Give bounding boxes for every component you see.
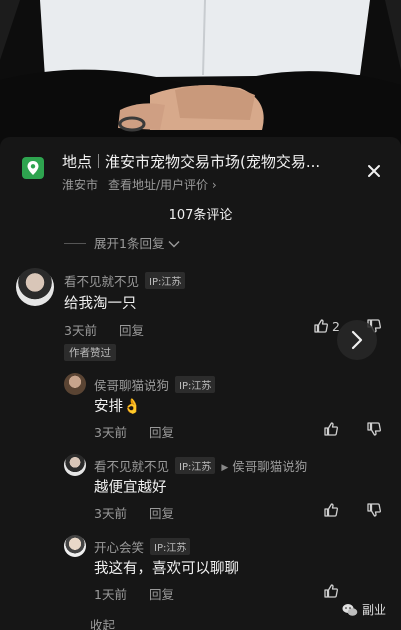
comment-time: 3天前 bbox=[94, 506, 127, 521]
ip-badge: IP:江苏 bbox=[150, 538, 191, 555]
location-label: 地点 bbox=[62, 153, 93, 171]
reply-button[interactable]: 回复 bbox=[149, 506, 174, 521]
reply-item: 侯哥聊猫说狗 IP:江苏 安排👌 3天前 回复 bbox=[0, 370, 401, 450]
thumbs-up-icon[interactable] bbox=[323, 421, 339, 437]
close-icon bbox=[368, 165, 380, 177]
comment-count: 107条评论 bbox=[168, 208, 233, 223]
ip-badge: IP:江苏 bbox=[145, 272, 186, 289]
reply-to-username[interactable]: 侯哥聊猫说狗 bbox=[232, 459, 307, 474]
wechat-icon bbox=[342, 604, 358, 616]
avatar[interactable] bbox=[16, 268, 54, 306]
reply-to-arrow-icon: ▶ bbox=[221, 463, 229, 473]
chevron-down-icon bbox=[168, 241, 180, 248]
comment-username[interactable]: 侯哥聊猫说狗 IP:江苏 bbox=[94, 375, 216, 394]
comment-meta: 1天前 回复 bbox=[94, 584, 174, 603]
location-detail-link[interactable]: 查看地址/用户评价 › bbox=[108, 178, 217, 192]
reply-item: 开心会笑 IP:江苏 我这有，喜欢可以聊聊 1天前 回复 bbox=[0, 532, 401, 612]
comment-username[interactable]: 看不见就不见 IP:江苏 bbox=[64, 271, 186, 290]
location-divider bbox=[98, 154, 100, 168]
comment-time: 3天前 bbox=[64, 323, 97, 338]
comment-meta: 3天前 回复 bbox=[94, 503, 174, 522]
comment-username[interactable]: 看不见就不见 IP:江苏 ▶ 侯哥聊猫说狗 bbox=[94, 456, 307, 475]
comment-time: 1天前 bbox=[94, 587, 127, 602]
username-text: 看不见就不见 bbox=[94, 459, 170, 474]
comment-username[interactable]: 开心会笑 IP:江苏 bbox=[94, 537, 191, 556]
avatar[interactable] bbox=[64, 454, 86, 476]
person-image bbox=[0, 0, 401, 160]
watermark-text: 副业 bbox=[362, 603, 387, 617]
comment-meta: 3天前 回复 bbox=[64, 320, 144, 339]
avatar[interactable] bbox=[64, 373, 86, 395]
reply-button[interactable]: 回复 bbox=[149, 587, 174, 602]
location-title[interactable]: 地点 淮安市宠物交易市场(宠物交易... bbox=[62, 151, 352, 173]
username-text: 侯哥聊猫说狗 bbox=[94, 378, 170, 393]
reply-item: 看不见就不见 IP:江苏 ▶ 侯哥聊猫说狗 越便宜越好 3天前 回复 bbox=[0, 451, 401, 531]
comment-meta: 3天前 回复 bbox=[94, 422, 174, 441]
comment-time: 3天前 bbox=[94, 425, 127, 440]
location-bar[interactable]: 地点 淮安市宠物交易市场(宠物交易... 淮安市 查看地址/用户评价 › bbox=[0, 149, 401, 193]
location-city: 淮安市 bbox=[62, 178, 99, 192]
reply-button[interactable]: 回复 bbox=[149, 425, 174, 440]
video-background bbox=[0, 0, 401, 160]
comment-text: 给我淘一只 bbox=[64, 296, 137, 312]
author-liked-badge: 作者赞过 bbox=[64, 344, 116, 361]
chevron-right-icon bbox=[351, 330, 363, 350]
collapse-replies-button[interactable]: 收起 bbox=[90, 615, 115, 630]
thumbs-up-icon[interactable] bbox=[313, 318, 329, 334]
thumbs-up-icon[interactable] bbox=[323, 502, 339, 518]
location-name: 淮安市宠物交易市场(宠物交易... bbox=[105, 153, 321, 171]
comment-text: 越便宜越好 bbox=[94, 480, 167, 496]
comment-text: 安排👌 bbox=[94, 399, 142, 415]
thumbs-down-icon[interactable] bbox=[366, 421, 382, 437]
comment-text: 我这有，喜欢可以聊聊 bbox=[94, 561, 239, 577]
close-button[interactable] bbox=[364, 161, 384, 181]
location-subline: 淮安市 查看地址/用户评价 › bbox=[62, 176, 217, 193]
thumbs-up-icon[interactable] bbox=[323, 583, 339, 599]
reply-button[interactable]: 回复 bbox=[119, 323, 144, 338]
watermark: 副业 bbox=[342, 601, 386, 618]
ip-badge: IP:江苏 bbox=[175, 376, 216, 393]
expand-replies-button[interactable]: 展开1条回复 bbox=[64, 233, 180, 252]
username-text: 看不见就不见 bbox=[64, 274, 140, 289]
username-text: 开心会笑 bbox=[94, 540, 145, 555]
avatar[interactable] bbox=[64, 535, 86, 557]
comments-sheet: 地点 淮安市宠物交易市场(宠物交易... 淮安市 查看地址/用户评价 › 107条评… bbox=[0, 137, 401, 630]
divider-line bbox=[64, 243, 86, 244]
location-pin-icon bbox=[22, 157, 44, 179]
next-video-button[interactable] bbox=[337, 320, 377, 360]
ip-badge: IP:江苏 bbox=[175, 457, 216, 474]
expand-replies-label: 展开1条回复 bbox=[94, 236, 165, 251]
thumbs-down-icon[interactable] bbox=[366, 502, 382, 518]
